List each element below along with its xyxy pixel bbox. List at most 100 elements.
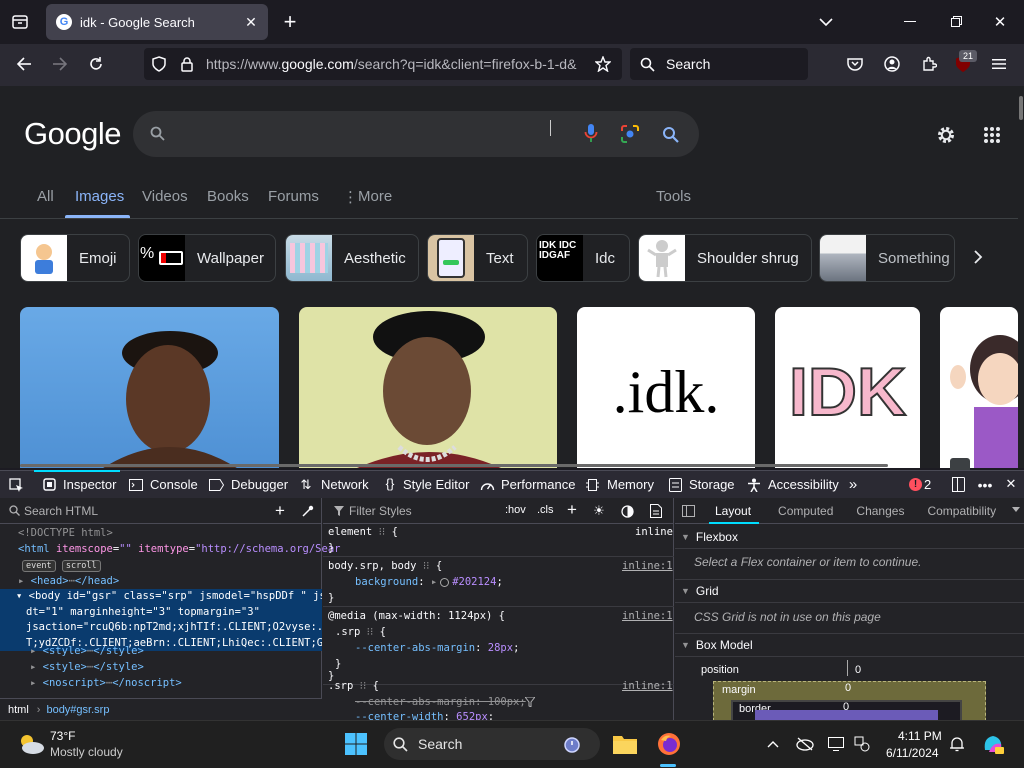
head-node[interactable]: ▸ <head>⋯</head>	[18, 573, 119, 589]
box-model-section-header[interactable]: ▼ Box Model	[675, 633, 1024, 657]
browser-search-bar[interactable]: Search	[630, 48, 808, 80]
rule-source-link[interactable]: inline:1	[622, 558, 673, 574]
eyedropper-icon[interactable]	[300, 503, 316, 519]
extensions-icon[interactable]	[920, 55, 938, 73]
tab-books[interactable]: Books	[207, 188, 249, 205]
scroll-badge[interactable]: scroll	[61, 560, 101, 572]
close-devtools-icon[interactable]: ✕	[1004, 476, 1018, 491]
firefox-icon[interactable]	[655, 731, 683, 757]
devtools-tab-accessibility[interactable]: Accessibility	[768, 477, 839, 492]
flexbox-section-header[interactable]: ▼ Flexbox	[675, 525, 1024, 549]
weather-description[interactable]: Mostly cloudy	[50, 745, 123, 759]
box-model-margin[interactable]: margin 0 border 0	[713, 681, 986, 724]
tab-more[interactable]: More	[358, 188, 392, 205]
display-icon[interactable]	[827, 735, 845, 753]
more-tabs-chevron-icon[interactable]: »	[845, 476, 861, 493]
rule-srp-media[interactable]: .srp ⁝⁝ {	[335, 624, 386, 640]
declaration-center-abs-margin[interactable]: --center-abs-margin: 28px;	[355, 640, 519, 656]
devtools-tab-performance[interactable]: Performance	[501, 477, 575, 492]
error-icon[interactable]: !	[909, 478, 922, 491]
devtools-tab-inspector[interactable]: Inspector	[63, 477, 116, 492]
position-value[interactable]: 0	[855, 664, 861, 676]
file-explorer-icon[interactable]	[611, 731, 639, 757]
microphone-icon[interactable]	[581, 122, 601, 144]
doctype-node[interactable]: <!DOCTYPE html>	[18, 525, 113, 541]
chip-aesthetic[interactable]: Aesthetic	[285, 234, 419, 282]
image-result-4[interactable]: IDK	[775, 307, 920, 468]
close-window-icon[interactable]: ✕	[990, 12, 1010, 32]
search-submit-icon[interactable]	[660, 124, 680, 144]
margin-value[interactable]: 0	[845, 682, 851, 694]
image-result-5[interactable]	[940, 307, 1018, 468]
chip-shoulder-shrug[interactable]: Shoulder shrug	[638, 234, 812, 282]
body-node-selected[interactable]: ▾ <body id="gsr" class="srp" jsmodel="hs…	[0, 589, 322, 651]
chevron-right-icon[interactable]	[968, 247, 988, 267]
style-node-1[interactable]: ▸ <style>⋯</style>	[30, 643, 144, 659]
event-badge[interactable]: event	[22, 560, 56, 572]
feedback-icon[interactable]	[950, 458, 970, 470]
style-node-2[interactable]: ▸ <style>⋯</style>	[30, 659, 144, 675]
network-disconnected-icon[interactable]	[795, 735, 815, 753]
add-node-icon[interactable]: +	[272, 501, 288, 520]
notification-bell-icon[interactable]	[948, 735, 966, 753]
devtools-tab-debugger[interactable]: Debugger	[231, 477, 288, 492]
rule-element[interactable]: element ⁝⁝ {	[328, 524, 398, 540]
declaration-center-width[interactable]: --center-width: 652px;	[355, 709, 494, 720]
chip-wallpaper[interactable]: % Wallpaper	[138, 234, 276, 282]
chip-something[interactable]: Something	[819, 234, 955, 282]
image-result-3[interactable]: .idk.	[577, 307, 755, 468]
weather-cloud-icon[interactable]	[16, 731, 46, 757]
windows-start-icon[interactable]	[343, 731, 369, 757]
sidebar-toggle-icon[interactable]	[681, 504, 695, 517]
filter-icon[interactable]	[523, 694, 537, 710]
breadcrumb-body[interactable]: body#gsr.srp	[40, 704, 115, 716]
grid-section-header[interactable]: ▼ Grid	[675, 579, 1024, 603]
weather-temp[interactable]: 73°F	[50, 729, 75, 743]
devtools-tab-style-editor[interactable]: Style Editor	[403, 477, 469, 492]
clock-time[interactable]: 4:11 PM	[898, 729, 942, 743]
light-theme-icon[interactable]: ☀	[591, 503, 607, 519]
google-lens-icon[interactable]	[619, 123, 641, 145]
back-arrow-icon[interactable]	[14, 54, 34, 74]
minimize-icon[interactable]	[900, 12, 920, 32]
devtools-tab-memory[interactable]: Memory	[607, 477, 654, 492]
image-result-2[interactable]	[299, 307, 557, 468]
rule-source[interactable]: inline	[635, 524, 673, 540]
close-tab-icon[interactable]: ✕	[244, 14, 258, 30]
html-node[interactable]: <html itemscope="" itemtype="http://sche…	[18, 541, 340, 557]
add-rule-icon[interactable]: +	[564, 500, 580, 519]
bluetooth-devices-icon[interactable]	[853, 735, 871, 753]
declaration-overridden[interactable]: --center-abs-margin: 100px;	[355, 694, 526, 710]
rule-srp[interactable]: .srp ⁝⁝ {	[328, 678, 379, 694]
show-hidden-icons-chevron-icon[interactable]	[765, 737, 781, 751]
forward-arrow-icon[interactable]	[50, 54, 70, 74]
tab-forums[interactable]: Forums	[268, 188, 319, 205]
rule-source-link[interactable]: inline:1	[622, 678, 673, 694]
reload-icon[interactable]	[86, 54, 106, 74]
chip-emoji[interactable]: Emoji	[20, 234, 130, 282]
hamburger-menu-icon[interactable]	[990, 55, 1008, 73]
apps-grid-icon[interactable]	[982, 125, 1002, 145]
rule-body-srp[interactable]: body.srp, body ⁝⁝ {	[328, 558, 442, 574]
tab-changes[interactable]: Changes	[856, 504, 904, 518]
search-highlight-icon[interactable]	[561, 733, 583, 755]
new-tab-icon[interactable]: +	[280, 9, 300, 34]
shield-icon[interactable]	[150, 55, 168, 73]
box-model-border[interactable]: border 0	[731, 700, 962, 724]
lock-icon[interactable]	[178, 55, 196, 73]
chip-text[interactable]: Text	[427, 234, 528, 282]
tab-computed[interactable]: Computed	[778, 504, 833, 518]
devtools-tab-storage[interactable]: Storage	[689, 477, 735, 492]
tab-images[interactable]: Images	[75, 188, 124, 205]
element-picker-icon[interactable]	[8, 477, 24, 493]
clock-date[interactable]: 6/11/2024	[886, 746, 939, 760]
print-media-icon[interactable]	[648, 503, 664, 519]
copilot-icon[interactable]	[980, 731, 1006, 757]
maximize-icon[interactable]	[946, 12, 966, 32]
noscript-node[interactable]: ▸ <noscript>⋯</noscript>	[30, 675, 182, 691]
breadcrumb-html[interactable]: html	[0, 704, 37, 716]
chevron-down-icon[interactable]	[816, 12, 836, 32]
google-search-input[interactable]	[133, 111, 699, 157]
tools-button[interactable]: Tools	[656, 188, 691, 205]
devtools-tab-console[interactable]: Console	[150, 477, 198, 492]
